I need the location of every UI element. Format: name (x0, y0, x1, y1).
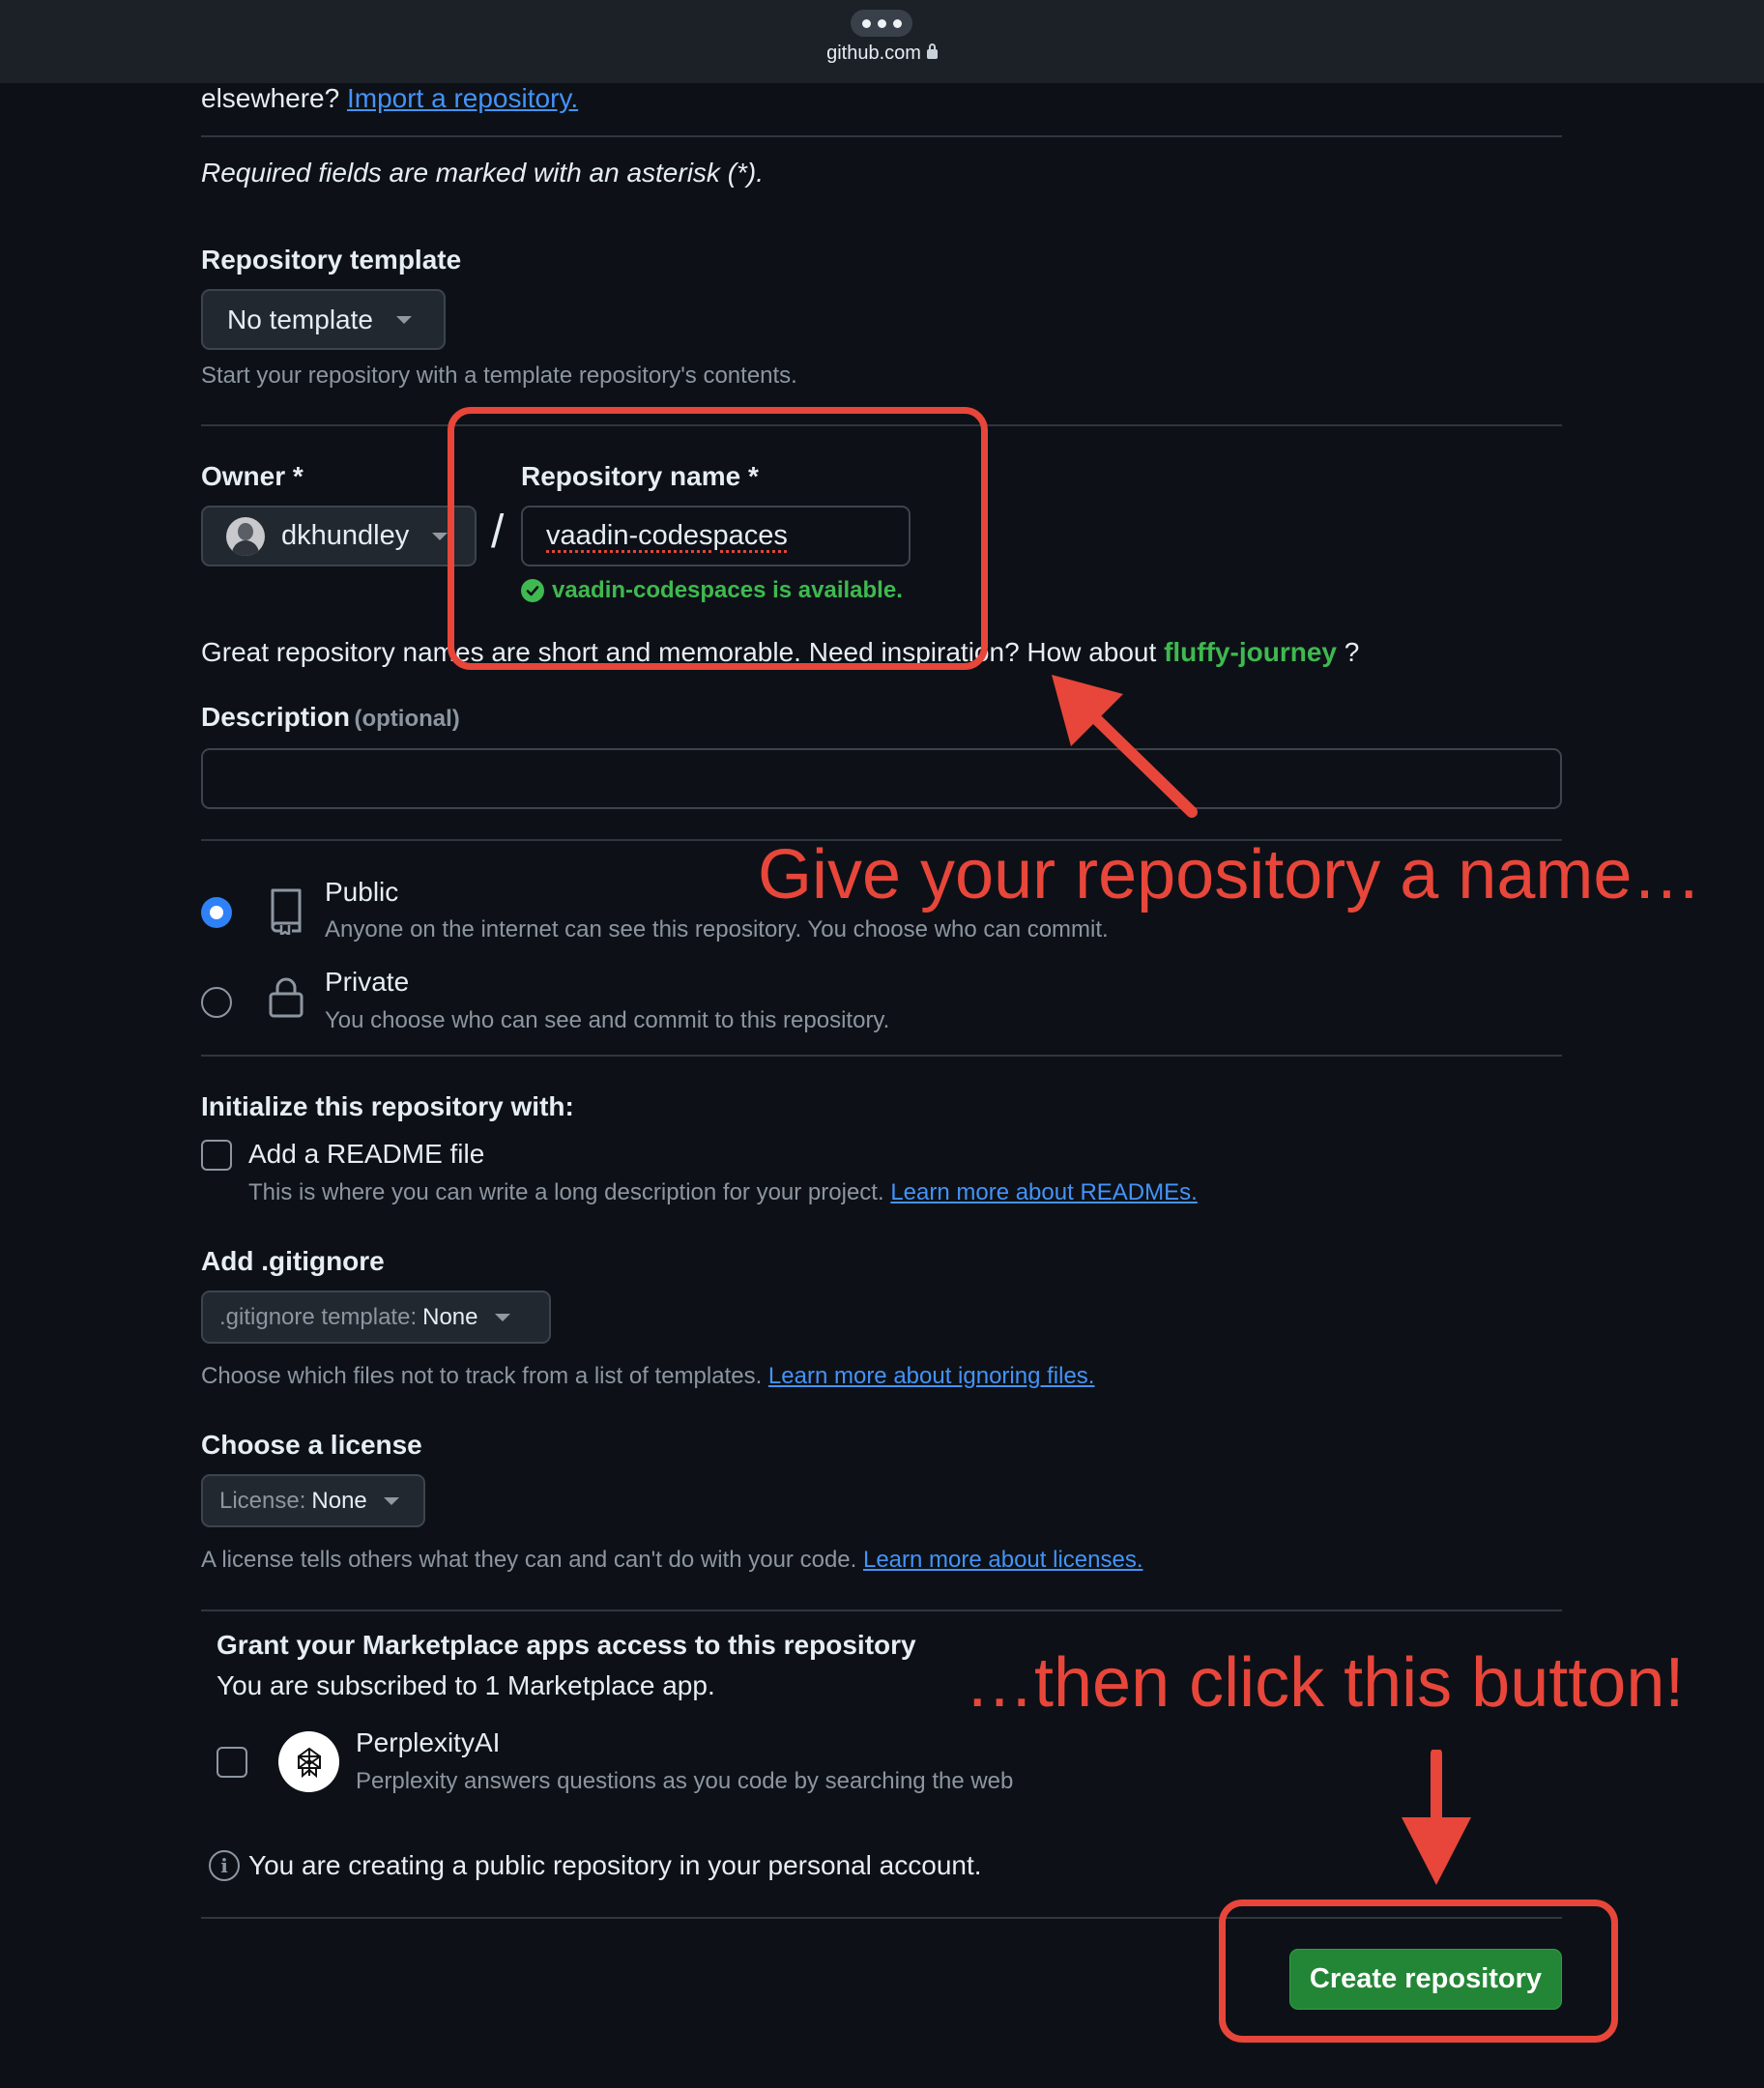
repo-icon (267, 886, 305, 940)
public-radio[interactable] (201, 897, 232, 928)
description-label: Description (201, 702, 351, 732)
address-bar[interactable]: github.com (754, 43, 1010, 65)
annotation-highlight-name (448, 407, 988, 670)
info-note: i You are creating a public repository i… (209, 1850, 982, 1881)
template-value: No template (227, 304, 373, 334)
gitignore-help-text: Choose which files not to track from a l… (201, 1363, 768, 1389)
license-help: A license tells others what they can and… (201, 1547, 1142, 1574)
chevron-down-icon (383, 1496, 399, 1505)
annotation-arrow-down (1402, 1750, 1471, 1885)
gitignore-value: None (422, 1303, 478, 1330)
name-suggestion[interactable]: fluffy-journey (1164, 637, 1337, 667)
readme-help: This is where you can write a long descr… (248, 1179, 1198, 1206)
divider (201, 1055, 1562, 1057)
license-value: None (311, 1487, 367, 1514)
info-icon: i (209, 1850, 240, 1881)
divider (201, 1610, 1562, 1611)
lock-icon (267, 976, 305, 1024)
readme-link[interactable]: Learn more about READMEs. (890, 1179, 1197, 1205)
template-dropdown[interactable]: No template (201, 289, 446, 350)
owner-dropdown[interactable]: dkhundley (201, 506, 477, 566)
required-fields-note: Required fields are marked with an aster… (201, 158, 765, 188)
marketplace-app-checkbox[interactable] (217, 1747, 247, 1778)
marketplace-title: Grant your Marketplace apps access to th… (217, 1630, 916, 1660)
optional-tag: (optional) (354, 706, 460, 732)
license-label: Choose a license (201, 1430, 422, 1460)
dot (877, 18, 886, 28)
annotation-highlight-button (1219, 1900, 1618, 2043)
avatar (226, 516, 265, 556)
url-text: github.com (826, 43, 921, 64)
gitignore-link[interactable]: Learn more about ignoring files. (768, 1363, 1095, 1389)
chevron-down-icon (395, 315, 412, 324)
template-help: Start your repository with a template re… (201, 362, 797, 389)
initialize-label: Initialize this repository with: (201, 1091, 574, 1121)
more-options-icon[interactable] (851, 10, 912, 37)
public-title: Public (325, 877, 399, 907)
private-title: Private (325, 967, 410, 997)
owner-value: dkhundley (281, 520, 410, 551)
private-radio[interactable] (201, 987, 232, 1018)
dot (892, 18, 902, 28)
chevron-down-icon (494, 1313, 510, 1321)
gitignore-help: Choose which files not to track from a l… (201, 1363, 1094, 1390)
dot (861, 18, 871, 28)
license-link[interactable]: Learn more about licenses. (863, 1547, 1143, 1573)
gitignore-dropdown[interactable]: .gitignore template: None (201, 1290, 551, 1344)
annotation-button-hint: …then click this button! (965, 1644, 1685, 1722)
import-repository-link[interactable]: Import a repository. (347, 83, 578, 113)
perplexity-icon (278, 1731, 339, 1792)
description-input[interactable] (201, 748, 1562, 809)
lock-icon (926, 44, 938, 59)
inspiration-suffix: ? (1336, 637, 1360, 667)
owner-label: Owner * (201, 461, 304, 491)
public-description: Anyone on the internet can see this repo… (325, 916, 1109, 942)
annotation-arrow-diagonal (1052, 675, 1198, 818)
template-label: Repository template (201, 245, 462, 275)
app-name: PerplexityAI (356, 1727, 501, 1757)
app-description: Perplexity answers questions as you code… (356, 1768, 1014, 1794)
license-help-text: A license tells others what they can and… (201, 1547, 863, 1573)
annotation-name-hint: Give your repository a name… (758, 836, 1702, 914)
license-dropdown[interactable]: License: None (201, 1474, 425, 1527)
info-text: You are creating a public repository in … (248, 1850, 982, 1880)
import-line: elsewhere? Import a repository. (201, 83, 578, 114)
private-description: You choose who can see and commit to thi… (325, 1007, 890, 1033)
gitignore-label: Add .gitignore (201, 1246, 385, 1276)
import-prefix: elsewhere? (201, 83, 347, 113)
marketplace-subtitle: You are subscribed to 1 Marketplace app. (217, 1670, 715, 1700)
chevron-down-icon (432, 532, 448, 540)
license-prefix: License: (219, 1487, 306, 1514)
gitignore-prefix: .gitignore template: (219, 1303, 418, 1330)
readme-desc: This is where you can write a long descr… (248, 1179, 891, 1205)
divider (201, 135, 1562, 137)
readme-checkbox[interactable] (201, 1140, 232, 1171)
description-label-row: Description (optional) (201, 702, 460, 733)
readme-title: Add a README file (248, 1139, 485, 1169)
